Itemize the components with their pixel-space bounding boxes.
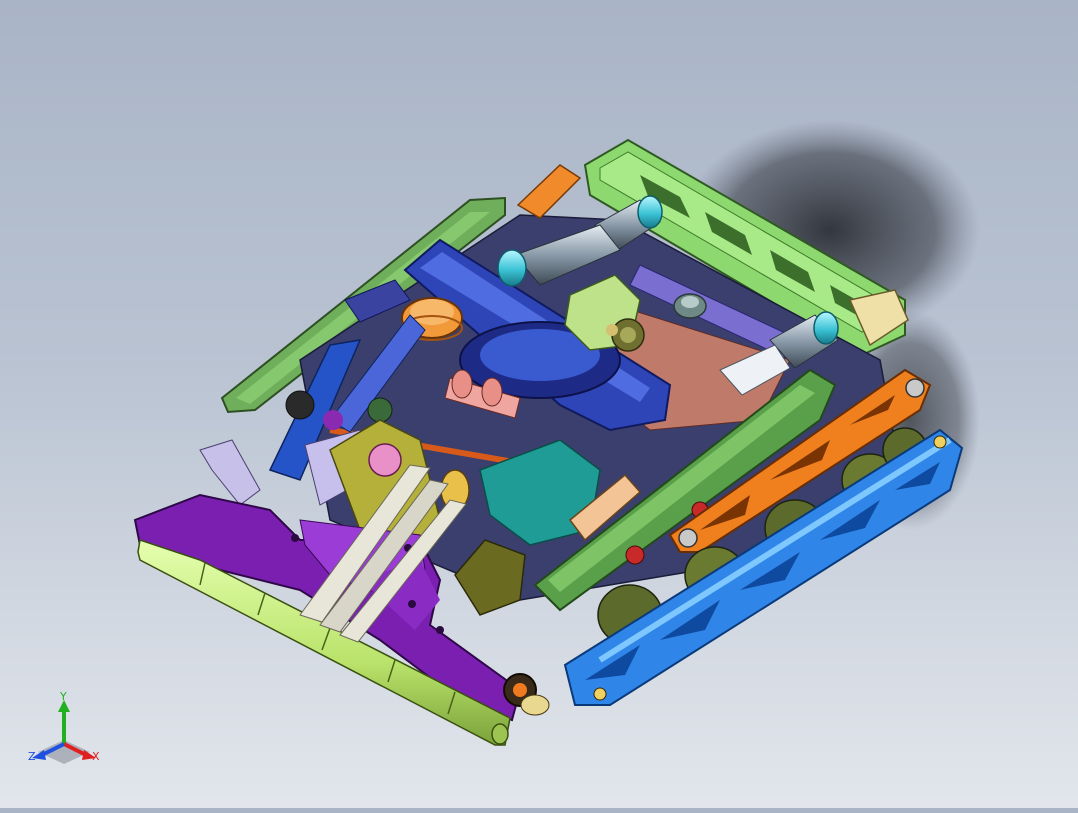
triad-z-label: Z: [28, 750, 36, 763]
triad-y-label: Y: [59, 692, 67, 703]
orange-bracket-top[interactable]: [516, 164, 582, 219]
axis-triad: Y X Z: [28, 692, 100, 764]
robot-assembly-model[interactable]: [0, 0, 1078, 808]
triad-x-label: X: [92, 750, 100, 763]
spool[interactable]: [673, 293, 707, 319]
cad-viewport[interactable]: Y X Z: [0, 0, 1078, 808]
